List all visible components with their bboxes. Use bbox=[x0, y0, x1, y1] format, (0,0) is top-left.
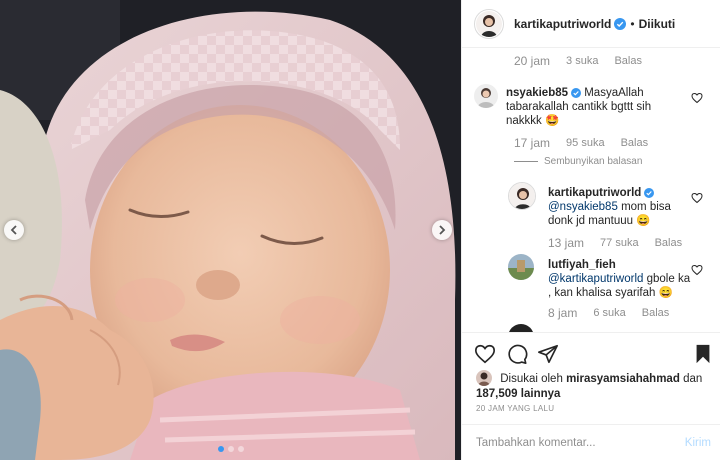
share-icon[interactable] bbox=[537, 343, 559, 365]
likes-summary: Disukai oleh mirasyamsiahahmad dan 187,5… bbox=[476, 370, 711, 402]
reply-mention[interactable]: @nsyakieb85 bbox=[548, 201, 618, 213]
comment-meta: 20 jam 3 suka Balas bbox=[514, 54, 642, 68]
reply-heart-icon[interactable] bbox=[691, 264, 703, 276]
carousel-next-button[interactable] bbox=[432, 220, 452, 240]
reply-avatar[interactable] bbox=[508, 254, 534, 280]
verified-icon bbox=[571, 88, 582, 98]
bookmark-icon[interactable] bbox=[692, 343, 714, 365]
heart-icon[interactable] bbox=[474, 343, 496, 365]
author-avatar-image bbox=[476, 10, 502, 37]
author-avatar[interactable] bbox=[474, 8, 504, 39]
carousel-indicator bbox=[0, 446, 461, 452]
post-photo[interactable] bbox=[0, 0, 461, 460]
carousel-dot bbox=[227, 446, 234, 452]
verified-icon bbox=[614, 17, 627, 30]
commenter-avatar-image bbox=[474, 84, 498, 108]
following-button[interactable]: Diikuti bbox=[639, 17, 676, 31]
liker-avatar-image bbox=[476, 370, 492, 386]
comment-like-count[interactable]: 95 suka bbox=[566, 137, 605, 149]
post-timestamp[interactable]: 20 JAM YANG LALU bbox=[476, 404, 554, 413]
reply-reply-button[interactable]: Balas bbox=[655, 237, 683, 249]
comment-icon[interactable] bbox=[506, 343, 528, 365]
likes-count[interactable]: 187,509 bbox=[476, 388, 518, 400]
liker-avatar[interactable] bbox=[476, 370, 492, 386]
reply-meta: 8 jam 6 suka Balas bbox=[548, 306, 669, 320]
reply-meta: 13 jam 77 suka Balas bbox=[548, 236, 682, 250]
comment-body: nsyakieb85 MasyaAllah tabarakallah canti… bbox=[506, 86, 686, 128]
reply-like-count[interactable]: 77 suka bbox=[600, 237, 639, 249]
reply-like-count[interactable]: 6 suka bbox=[593, 307, 625, 319]
baby-photo-image bbox=[0, 0, 461, 460]
hide-replies-line bbox=[514, 161, 538, 162]
add-comment-bar: Kirim bbox=[462, 424, 720, 460]
post-actions bbox=[462, 332, 720, 372]
reply-emoji: 😄 bbox=[636, 215, 651, 227]
verified-icon bbox=[644, 188, 655, 198]
hide-replies-label: Sembunyikan balasan bbox=[544, 156, 643, 167]
reply-username[interactable]: lutfiyah_fieh bbox=[548, 259, 616, 271]
chevron-left-icon bbox=[10, 225, 17, 235]
author-username[interactable]: kartikaputriworld bbox=[514, 17, 611, 31]
reply-avatar-image bbox=[508, 254, 534, 280]
comment-meta: 17 jam 95 suka Balas bbox=[514, 136, 648, 150]
reply-avatar[interactable] bbox=[508, 324, 534, 332]
reply-time: 13 jam bbox=[548, 236, 585, 250]
comment-time: 20 jam bbox=[514, 54, 551, 68]
reply-body: lutfiyah_fieh @kartikaputriworld gbole k… bbox=[548, 258, 693, 300]
likes-suffix[interactable]: lainnya bbox=[521, 388, 561, 400]
likes-prefix: Disukai oleh bbox=[500, 373, 563, 385]
post-side-panel: kartikaputriworld • Diikuti 20 jam 3 suk… bbox=[461, 0, 720, 460]
carousel-prev-button[interactable] bbox=[4, 220, 24, 240]
hide-replies-button[interactable]: Sembunyikan balasan bbox=[514, 156, 642, 167]
carousel-dot bbox=[217, 446, 224, 452]
comment-heart-icon[interactable] bbox=[691, 92, 703, 104]
comment-time: 17 jam bbox=[514, 136, 551, 150]
comment-reply-button[interactable]: Balas bbox=[621, 137, 649, 149]
carousel-dot bbox=[237, 446, 244, 452]
comment-input[interactable] bbox=[476, 436, 666, 449]
reply-emoji: 😄 bbox=[658, 287, 673, 299]
header-separator: • bbox=[630, 16, 635, 31]
post-comment-button[interactable]: Kirim bbox=[685, 437, 711, 449]
comment-like-count[interactable]: 3 suka bbox=[566, 55, 598, 67]
chevron-right-icon bbox=[439, 225, 446, 235]
comment-emoji: 🤩 bbox=[545, 115, 560, 127]
reply-heart-icon[interactable] bbox=[691, 192, 703, 204]
reply-username[interactable]: kartikaputriworld bbox=[548, 187, 641, 199]
reply-body: kartikaputriworld @nsyakieb85 mom bisa d… bbox=[548, 186, 693, 228]
reply-reply-button[interactable]: Balas bbox=[642, 307, 670, 319]
reply-avatar[interactable] bbox=[508, 182, 536, 210]
comment-username[interactable]: nsyakieb85 bbox=[506, 87, 568, 99]
post-header: kartikaputriworld • Diikuti bbox=[462, 0, 720, 48]
reply-mention[interactable]: @kartikaputriworld bbox=[548, 273, 643, 285]
reply-avatar-image bbox=[509, 183, 535, 209]
liker-username[interactable]: mirasyamsiahahmad bbox=[566, 373, 680, 385]
comment-reply-button[interactable]: Balas bbox=[614, 55, 642, 67]
likes-connector: dan bbox=[683, 373, 703, 385]
reply-time: 8 jam bbox=[548, 306, 578, 320]
commenter-avatar[interactable] bbox=[474, 84, 498, 108]
comments-list[interactable]: 20 jam 3 suka Balas nsyakieb85 MasyaAlla… bbox=[462, 48, 720, 332]
